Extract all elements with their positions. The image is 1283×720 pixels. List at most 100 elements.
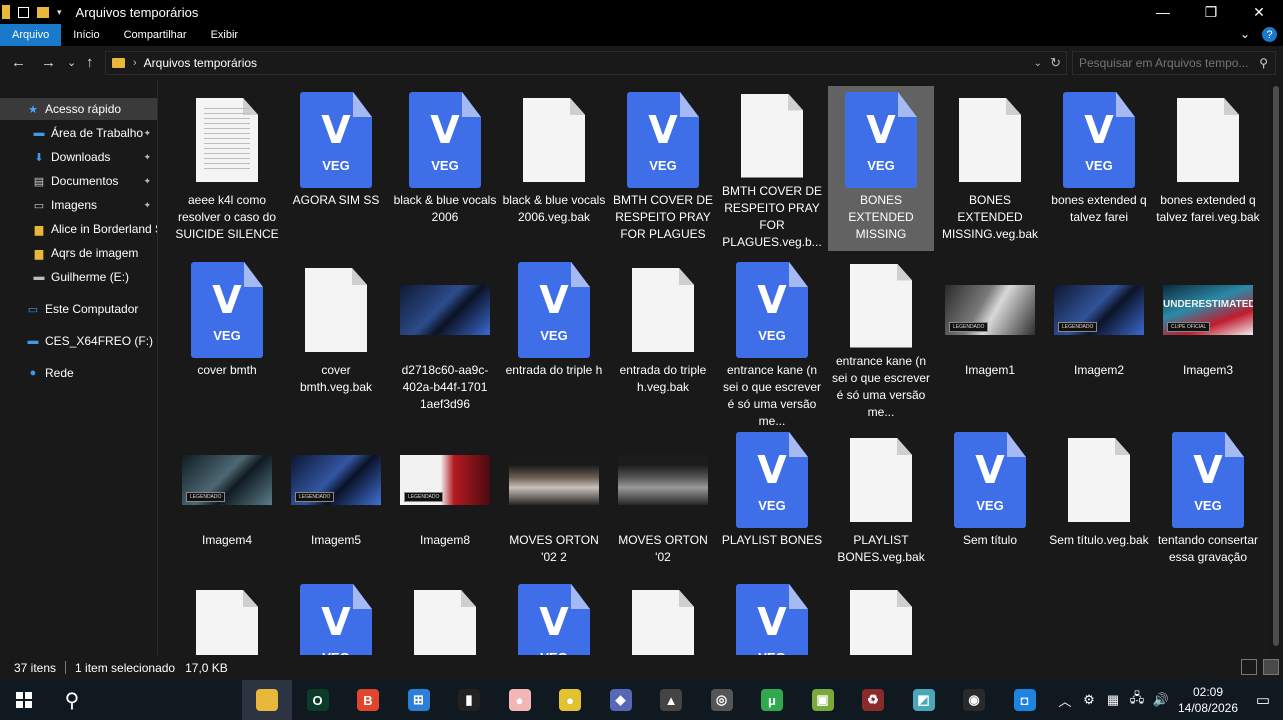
file-item[interactable]: LEGENDADO Imagem8 — [392, 426, 498, 591]
file-item[interactable]: LEGENDADO Imagem5 — [283, 426, 389, 591]
taskbar-app-blue-app[interactable]: ◘ — [1000, 680, 1050, 720]
file-item[interactable]: V VEG Sem título — [937, 426, 1043, 591]
notification-center-icon[interactable]: ▭ — [1243, 691, 1283, 709]
taskbar-app-bee-app[interactable]: ● — [545, 680, 595, 720]
tab-exibir[interactable]: Exibir — [199, 24, 251, 46]
file-item[interactable]: LEGENDADO Imagem2 — [1046, 256, 1152, 421]
back-button[interactable]: ← — [11, 54, 26, 71]
taskbar-app-recycle-app[interactable]: ♻ — [848, 680, 898, 720]
taskbar-app-gamepad-app[interactable]: ◎ — [697, 680, 747, 720]
file-item[interactable]: BONES EXTENDED MISSING.veg.bak — [937, 86, 1043, 251]
taskbar-app-opera-gx[interactable]: O — [293, 680, 343, 720]
file-item[interactable]: VVEG — [719, 578, 825, 655]
file-item[interactable]: V VEG AGORA SIM SS — [283, 86, 389, 251]
file-item[interactable] — [392, 578, 498, 655]
recent-locations-button[interactable]: ⌄ — [67, 56, 76, 69]
sidebar-item[interactable]: ⬇ Downloads ✦ — [0, 146, 157, 168]
file-item[interactable]: V VEG entrada do triple h — [501, 256, 607, 421]
large-icons-view-button[interactable] — [1263, 659, 1279, 675]
vertical-scrollbar[interactable] — [1269, 80, 1283, 655]
sidebar-item[interactable]: ▭ Imagens ✦ — [0, 194, 157, 216]
file-item[interactable]: V VEG PLAYLIST BONES — [719, 426, 825, 591]
sidebar-item[interactable]: ▆ Aqrs de imagem — [0, 242, 157, 264]
taskbar-app-audio-app[interactable]: ▮ — [444, 680, 494, 720]
scrollbar-thumb[interactable] — [1273, 86, 1279, 646]
properties-icon[interactable] — [18, 6, 29, 18]
file-item[interactable]: black & blue vocals 2006.veg.bak — [501, 86, 607, 251]
network-icon[interactable]: 🖧 — [1125, 689, 1149, 711]
refresh-icon[interactable]: ↻ — [1050, 55, 1061, 71]
file-item[interactable]: d2718c60-aa9c-402a-b44f-1701 1aef3d96 — [392, 256, 498, 421]
taskbar-app-editor-app[interactable]: ◩ — [899, 680, 949, 720]
up-button[interactable]: ↑ — [86, 54, 94, 71]
taskbar-app-vegas-app[interactable]: ◆ — [596, 680, 646, 720]
file-item[interactable]: V VEG entrance kane (n sei o que escrever … — [719, 256, 825, 428]
restore-button[interactable]: ❐ — [1187, 0, 1235, 24]
taskbar-app-fox-app[interactable]: ▲ — [646, 680, 696, 720]
file-item[interactable]: aeee k4l como resolver o caso do SUICIDE… — [174, 86, 280, 251]
details-view-button[interactable] — [1241, 659, 1257, 675]
forward-button[interactable]: → — [41, 54, 56, 71]
tray-settings-icon[interactable]: ⚙ — [1077, 692, 1101, 708]
file-item[interactable]: V VEG BMTH COVER DE RESPEITO PRAY FOR PLAG… — [610, 86, 716, 251]
file-item[interactable]: VVEG — [283, 578, 389, 655]
address-bar[interactable]: › Arquivos temporários ⌄ ↻ — [105, 51, 1067, 75]
file-item[interactable]: V VEG tentando consertar essa gravação — [1155, 426, 1261, 591]
taskbar-app-brave[interactable]: B — [343, 680, 393, 720]
file-item[interactable]: bones extended q talvez farei.veg.bak — [1155, 86, 1261, 251]
file-item[interactable]: UNDERESTIMATED CLIPE OFICIAL Imagem3 — [1155, 256, 1261, 421]
expand-ribbon-icon[interactable]: ⌄ — [1240, 27, 1250, 42]
new-folder-icon[interactable] — [37, 6, 49, 18]
file-item[interactable] — [174, 578, 280, 655]
sidebar-item[interactable]: ● Rede — [0, 362, 157, 384]
search-box[interactable]: ⚲ — [1072, 51, 1276, 75]
file-item[interactable]: Sem título.veg.bak — [1046, 426, 1152, 591]
help-icon[interactable]: ? — [1262, 27, 1277, 42]
tray-app-icon[interactable]: ▦ — [1101, 692, 1125, 708]
address-dropdown-icon[interactable]: ⌄ — [1034, 58, 1042, 69]
sidebar-item[interactable]: ▆ Alice in Borderland S — [0, 218, 157, 240]
file-item[interactable]: cover bmth.veg.bak — [283, 256, 389, 421]
tab-compartilhar[interactable]: Compartilhar — [112, 24, 199, 46]
file-item[interactable]: LEGENDADO Imagem1 — [937, 256, 1043, 421]
taskbar-app-obs-studio[interactable]: ◉ — [949, 680, 999, 720]
sidebar-item[interactable]: ▬ Área de Trabalho ✦ — [0, 122, 157, 144]
file-item[interactable]: PLAYLIST BONES.veg.bak — [828, 426, 934, 591]
volume-icon[interactable]: 🔊 — [1149, 692, 1173, 708]
search-input[interactable] — [1079, 56, 1251, 70]
sidebar-item[interactable]: ★ Acesso rápido — [0, 98, 157, 120]
file-item[interactable]: V VEG cover bmth — [174, 256, 280, 421]
file-item[interactable]: V VEG bones extended q talvez farei — [1046, 86, 1152, 251]
file-item[interactable]: LEGENDADO Imagem4 — [174, 426, 280, 591]
customize-toolbar-icon[interactable]: ▾ — [57, 7, 62, 18]
file-item[interactable]: MOVES ORTON '02 — [610, 426, 716, 591]
taskbar-app-pig-app[interactable]: ● — [495, 680, 545, 720]
file-item[interactable]: entrada do triple h.veg.bak — [610, 256, 716, 421]
file-item[interactable]: V VEG black & blue vocals 2006 — [392, 86, 498, 251]
file-item[interactable]: VVEG — [501, 578, 607, 655]
sidebar-item-label: Aqrs de imagem — [51, 246, 139, 260]
file-item[interactable]: V VEG BONES EXTENDED MISSING — [828, 86, 934, 251]
close-button[interactable]: ✕ — [1235, 0, 1283, 24]
file-item[interactable]: MOVES ORTON '02 2 — [501, 426, 607, 591]
taskbar-app-microsoft-store[interactable]: ⊞ — [394, 680, 444, 720]
sidebar-item[interactable]: ▬ Guilherme (E:) — [0, 266, 157, 288]
clock[interactable]: 02:09 14/08/2026 — [1173, 684, 1243, 716]
taskbar-app-installer-app[interactable]: ▣ — [798, 680, 848, 720]
breadcrumb[interactable]: Arquivos temporários — [144, 56, 257, 70]
minimize-button[interactable]: — — [1139, 0, 1187, 24]
file-item[interactable]: BMTH COVER DE RESPEITO PRAY FOR PLAGUES.… — [719, 86, 825, 251]
sidebar-item[interactable]: ▭ Este Computador — [0, 298, 157, 320]
show-hidden-icons-icon[interactable]: ︿ — [1053, 691, 1077, 710]
start-button[interactable] — [0, 680, 48, 720]
file-item[interactable]: entrance kane (n sei o que escrever é só… — [828, 256, 934, 421]
tab-inicio[interactable]: Início — [61, 24, 111, 46]
search-taskbar-icon[interactable]: ⚲ — [48, 680, 96, 720]
tab-arquivo[interactable]: Arquivo — [0, 24, 62, 46]
sidebar-item[interactable]: ▤ Documentos ✦ — [0, 170, 157, 192]
sidebar-item[interactable]: ▬ CES_X64FREO (F:) — [0, 330, 157, 352]
taskbar-app-file-explorer[interactable] — [242, 680, 292, 720]
file-item[interactable] — [610, 578, 716, 655]
file-item[interactable] — [828, 578, 934, 655]
taskbar-app-utorrent[interactable]: μ — [747, 680, 797, 720]
